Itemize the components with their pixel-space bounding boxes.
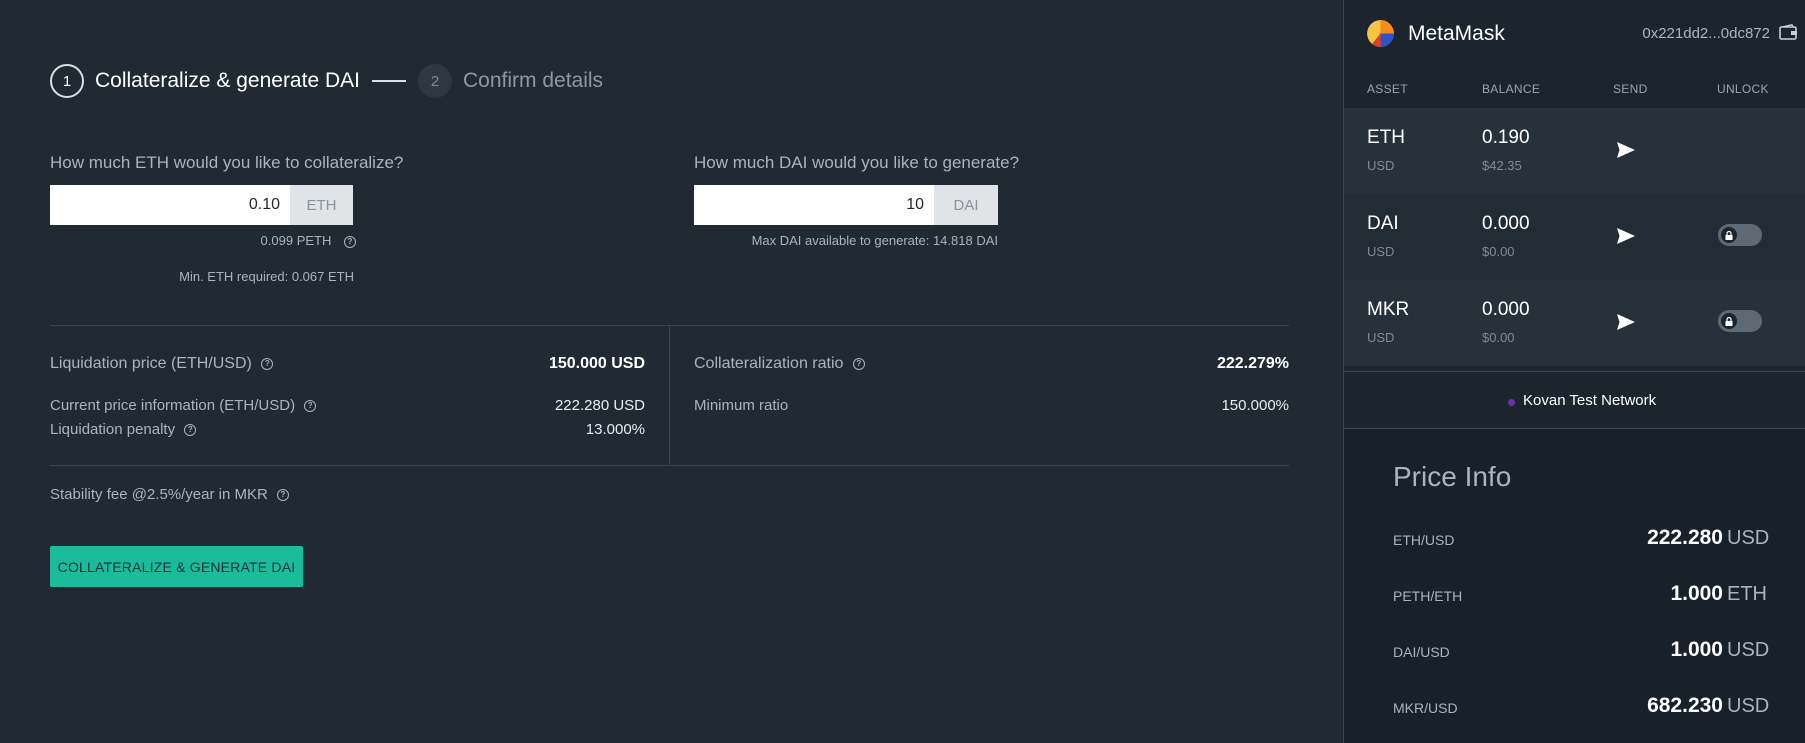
asset-balance: 0.000 xyxy=(1482,299,1530,320)
dai-question: How much DAI would you like to generate? xyxy=(694,153,1020,172)
asset-currency: USD xyxy=(1367,330,1395,345)
liquidation-price-label: Liquidation price (ETH/USD) ? xyxy=(50,355,274,373)
collateralize-generate-button[interactable]: COLLATERALIZE & GENERATE DAI xyxy=(50,546,303,587)
price-unit: USD xyxy=(1727,639,1770,661)
eth-question: How much ETH would you like to collatera… xyxy=(50,153,404,172)
liquidation-penalty-label-text: Liquidation penalty xyxy=(50,421,176,438)
asset-row-dai: DAI USD 0.000 $0.00 xyxy=(1344,194,1805,280)
eth-unit-label: ETH xyxy=(290,185,353,225)
price-info-title: Price Info xyxy=(1393,461,1512,492)
price-unit: USD xyxy=(1727,695,1770,717)
price-pair: MKR/USD xyxy=(1393,700,1458,716)
collateralization-ratio-label-text: Collateralization ratio xyxy=(694,355,844,372)
column-asset: ASSET xyxy=(1367,82,1408,96)
paper-plane-icon[interactable] xyxy=(1616,313,1636,331)
paper-plane-icon[interactable] xyxy=(1616,227,1636,245)
price-pair: PETH/ETH xyxy=(1393,588,1463,604)
question-circle-icon[interactable]: ? xyxy=(261,357,274,370)
asset-usd-value: $42.35 xyxy=(1482,158,1522,173)
price-pair: DAI/USD xyxy=(1393,644,1450,660)
asset-name: ETH xyxy=(1367,127,1405,148)
wallet-header: MetaMask 0x221dd2...0dc872 xyxy=(1344,0,1805,70)
liquidation-penalty-label: Liquidation penalty ? xyxy=(50,421,197,438)
price-value: 1.000 xyxy=(1670,582,1723,605)
step-1-indicator: 1 xyxy=(50,64,84,98)
step-2-indicator: 2 xyxy=(417,64,452,98)
unlock-toggle-dai[interactable] xyxy=(1718,224,1762,246)
lock-icon xyxy=(1721,313,1737,329)
lock-icon xyxy=(1721,227,1737,243)
price-unit: ETH xyxy=(1727,583,1767,605)
minimum-ratio-label: Minimum ratio xyxy=(694,397,789,414)
stability-fee-label-text: Stability fee @2.5%/year in MKR xyxy=(50,486,268,503)
dai-unit-label: DAI xyxy=(934,185,998,225)
collateralization-ratio-label: Collateralization ratio ? xyxy=(694,355,865,373)
network-indicator: Kovan Test Network xyxy=(1344,371,1805,429)
network-status-dot xyxy=(1508,399,1515,406)
asset-row-mkr: MKR USD 0.000 $0.00 xyxy=(1344,280,1805,366)
peth-hint-text: 0.099 PETH xyxy=(260,233,332,248)
minimum-ratio-value: 150.000% xyxy=(1221,397,1289,414)
price-row-eth-usd: ETH/USD 222.280 USD xyxy=(1393,526,1773,556)
liquidation-price-label-text: Liquidation price (ETH/USD) xyxy=(50,355,252,372)
unlock-toggle-mkr[interactable] xyxy=(1718,310,1762,332)
price-row-peth-eth: PETH/ETH 1.000 ETH xyxy=(1393,582,1773,612)
asset-currency: USD xyxy=(1367,158,1395,173)
question-circle-icon[interactable]: ? xyxy=(344,235,356,248)
asset-balance: 0.190 xyxy=(1482,127,1530,148)
step-2-label: Confirm details xyxy=(462,69,604,92)
price-row-mkr-usd: MKR/USD 682.230 USD xyxy=(1393,694,1773,724)
price-value: 1.000 xyxy=(1670,638,1723,661)
network-name: Kovan Test Network xyxy=(1523,392,1657,409)
price-info-panel: Price Info ETH/USD 222.280 USD PETH/ETH … xyxy=(1344,429,1805,743)
price-value: 682.230 xyxy=(1647,694,1723,717)
question-circle-icon[interactable]: ? xyxy=(184,424,197,437)
dai-amount-input[interactable] xyxy=(694,185,934,225)
min-eth-required: Min. ETH required: 0.067 ETH xyxy=(179,269,354,284)
current-price-label: Current price information (ETH/USD) ? xyxy=(50,397,317,414)
dai-input-group: DAI xyxy=(694,185,998,225)
question-circle-icon[interactable]: ? xyxy=(277,489,289,502)
column-unlock: UNLOCK xyxy=(1717,82,1769,96)
question-circle-icon[interactable]: ? xyxy=(304,400,317,413)
collateralization-ratio-value: 222.279% xyxy=(1216,355,1289,372)
asset-usd-value: $0.00 xyxy=(1482,330,1515,345)
asset-name: DAI xyxy=(1367,213,1399,234)
liquidation-price-value: 150.000 USD xyxy=(548,355,645,372)
divider-bottom xyxy=(50,465,1289,466)
column-send: SEND xyxy=(1613,82,1648,96)
liquidation-penalty-value: 13.000% xyxy=(585,421,645,438)
asset-table-header: ASSET BALANCE SEND UNLOCK xyxy=(1344,70,1805,108)
asset-row-eth: ETH USD 0.190 $42.35 xyxy=(1344,108,1805,194)
max-dai-hint: Max DAI available to generate: 14.818 DA… xyxy=(751,233,998,248)
paper-plane-icon[interactable] xyxy=(1616,141,1636,159)
asset-name: MKR xyxy=(1367,299,1410,320)
main-panel: 1 Collateralize & generate DAI 2 Confirm… xyxy=(0,0,1343,743)
question-circle-icon[interactable]: ? xyxy=(852,357,865,370)
price-pair: ETH/USD xyxy=(1393,532,1455,548)
eth-input-group: ETH xyxy=(50,185,353,225)
current-price-value: 222.280 USD xyxy=(554,397,645,414)
price-unit: USD xyxy=(1727,527,1770,549)
metamask-logo xyxy=(1367,20,1394,47)
wallet-icon[interactable] xyxy=(1779,23,1798,40)
price-row-dai-usd: DAI/USD 1.000 USD xyxy=(1393,638,1773,668)
stepper: 1 Collateralize & generate DAI 2 Confirm… xyxy=(50,64,603,98)
wallet-sidebar: MetaMask 0x221dd2...0dc872 ASSET BALANCE… xyxy=(1343,0,1805,743)
step-1-label: Collateralize & generate DAI xyxy=(95,69,360,92)
peth-hint: 0.099 PETH ? xyxy=(190,233,356,248)
wallet-title: MetaMask xyxy=(1408,22,1505,45)
wallet-address[interactable]: 0x221dd2...0dc872 xyxy=(1642,25,1770,42)
step-connector xyxy=(371,80,406,82)
eth-amount-input[interactable] xyxy=(50,185,290,225)
divider-vertical xyxy=(669,325,670,465)
asset-balance: 0.000 xyxy=(1482,213,1530,234)
current-price-label-text: Current price information (ETH/USD) xyxy=(50,397,296,414)
asset-usd-value: $0.00 xyxy=(1482,244,1515,259)
stability-fee-label: Stability fee @2.5%/year in MKR ? xyxy=(50,486,289,503)
asset-currency: USD xyxy=(1367,244,1395,259)
price-value: 222.280 xyxy=(1647,526,1723,549)
column-balance: BALANCE xyxy=(1482,82,1541,96)
